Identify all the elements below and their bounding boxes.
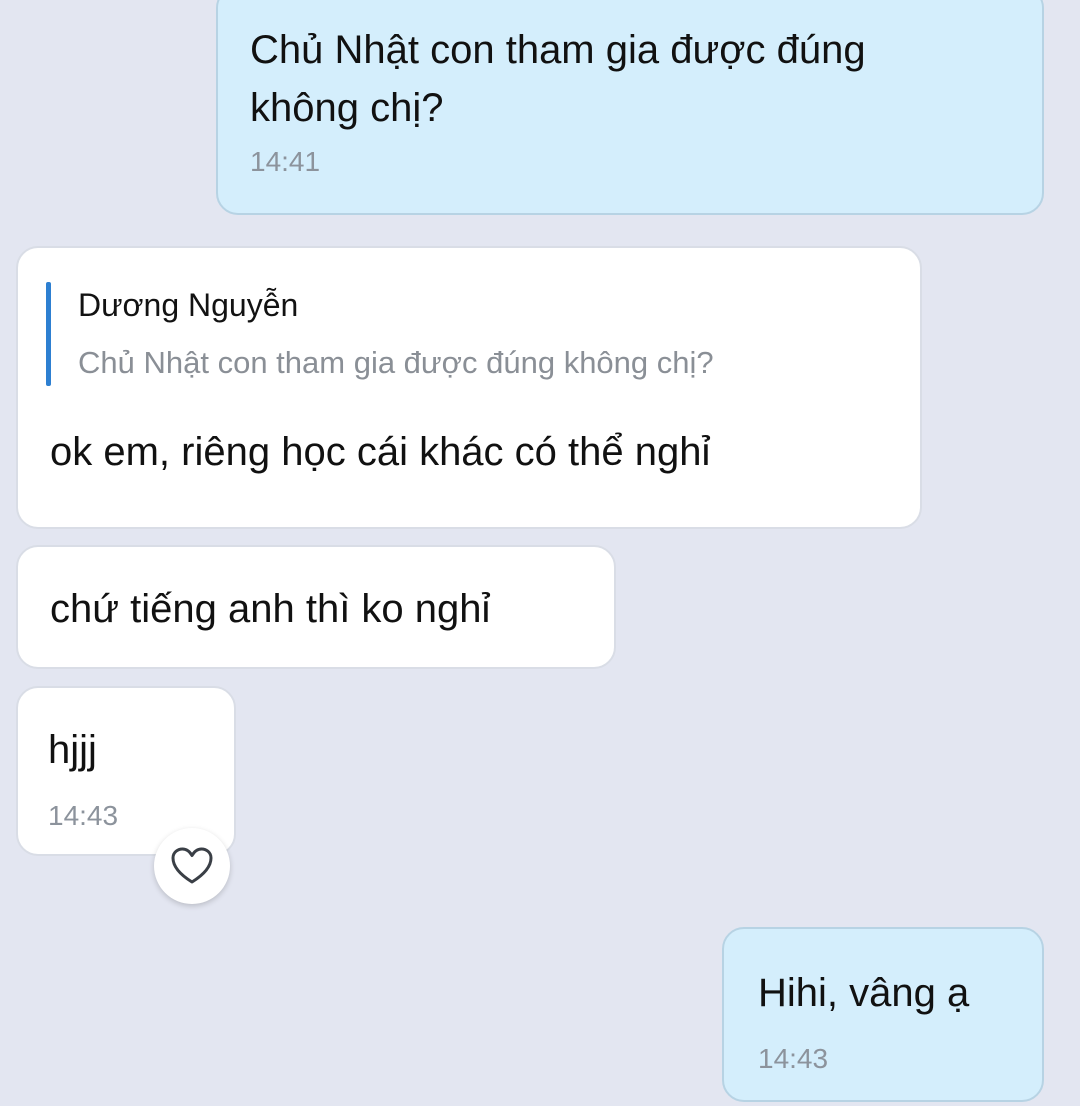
incoming-message-bubble[interactable]: chứ tiếng anh thì ko nghỉ bbox=[16, 545, 616, 669]
outgoing-message-bubble[interactable]: Hihi, vâng ạ 14:43 bbox=[722, 927, 1044, 1102]
incoming-message-bubble[interactable]: Dương Nguyễn Chủ Nhật con tham gia được … bbox=[16, 246, 922, 529]
reaction-button[interactable] bbox=[154, 828, 230, 904]
message-timestamp: 14:43 bbox=[758, 1043, 829, 1074]
outgoing-message-bubble[interactable]: Chủ Nhật con tham gia được đúng không ch… bbox=[216, 0, 1044, 215]
reply-quote-bar bbox=[46, 282, 51, 386]
chat-thread: Chủ Nhật con tham gia được đúng không ch… bbox=[0, 0, 1080, 1106]
message-text-line: Chủ Nhật con tham gia được đúng bbox=[250, 28, 866, 72]
message-text: hjjj bbox=[48, 728, 97, 772]
heart-outline-icon bbox=[171, 847, 213, 884]
reply-quote-text[interactable]: Chủ Nhật con tham gia được đúng không ch… bbox=[78, 344, 714, 382]
message-text-line: không chị? bbox=[250, 86, 444, 130]
reply-quote-author[interactable]: Dương Nguyễn bbox=[78, 286, 298, 324]
message-timestamp: 14:43 bbox=[48, 800, 119, 831]
message-text: chứ tiếng anh thì ko nghỉ bbox=[50, 587, 491, 631]
message-text: Hihi, vâng ạ bbox=[758, 971, 970, 1015]
message-timestamp: 14:41 bbox=[250, 146, 321, 177]
message-text: ok em, riêng học cái khác có thể nghỉ bbox=[50, 430, 711, 474]
